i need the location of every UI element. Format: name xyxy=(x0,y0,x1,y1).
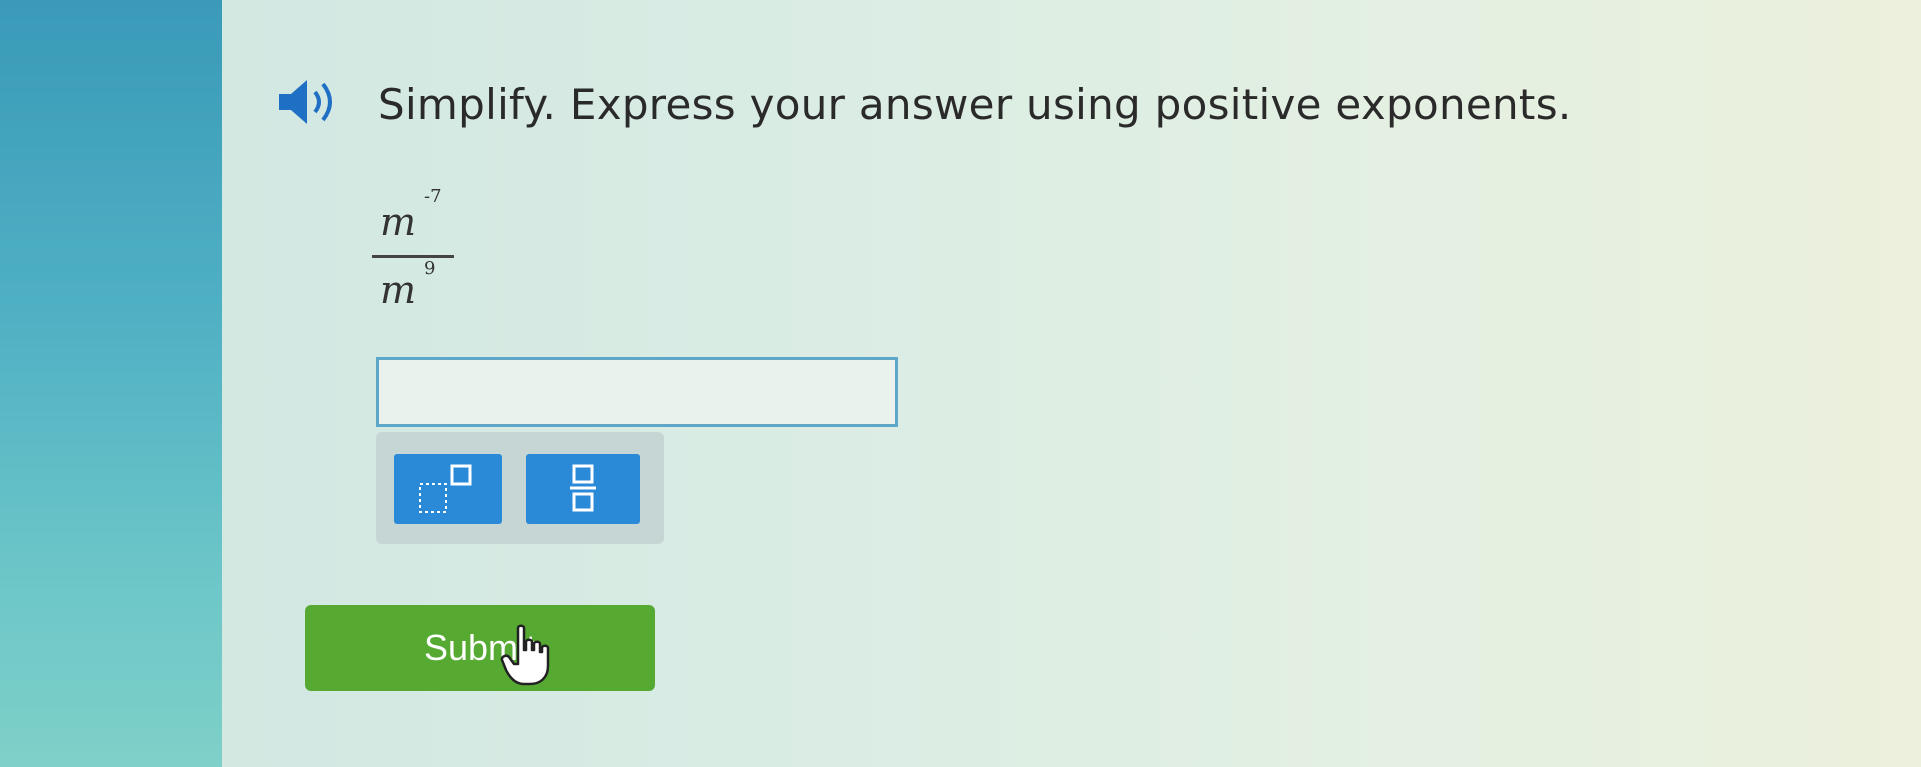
speaker-audio-icon[interactable] xyxy=(275,72,355,132)
fraction-numerator: m -7 xyxy=(380,186,442,244)
answer-input[interactable] xyxy=(376,357,898,427)
exponent-button[interactable] xyxy=(394,454,502,524)
question-instruction: Simplify. Express your answer using posi… xyxy=(378,80,1572,129)
numerator-base: m xyxy=(380,200,417,244)
numerator-exponent: -7 xyxy=(424,186,442,207)
fraction-denominator: m 9 xyxy=(380,258,435,312)
hand-pointer-cursor-icon xyxy=(500,624,556,688)
denominator-exponent: 9 xyxy=(424,258,436,279)
exponent-template-icon xyxy=(419,464,472,513)
fraction-bar xyxy=(372,255,454,258)
fraction-template-icon xyxy=(570,464,596,512)
denominator-base: m xyxy=(380,268,417,312)
problem-fraction: m -7 m 9 xyxy=(370,180,460,312)
left-sidebar-band xyxy=(0,0,222,767)
submit-button[interactable]: Submit xyxy=(305,605,655,691)
math-toolbar xyxy=(376,432,664,544)
fraction-button[interactable] xyxy=(526,454,640,524)
